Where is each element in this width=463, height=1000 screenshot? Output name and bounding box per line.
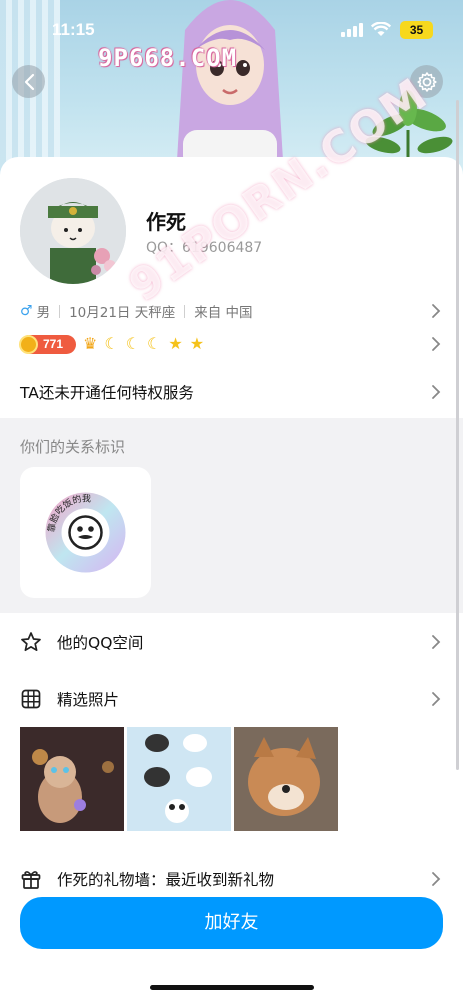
moon-icon: ☾ — [125, 334, 141, 353]
chevron-right-icon — [432, 337, 441, 351]
relation-badge-card[interactable]: 靠脸吃饭的我 — [20, 467, 151, 598]
photo-thumbnail[interactable] — [20, 727, 124, 831]
divider — [59, 304, 61, 318]
chevron-left-icon — [24, 73, 34, 90]
back-button[interactable] — [12, 65, 45, 98]
star-icon: ★ — [168, 334, 183, 353]
qzone-label: 他的QQ空间 — [57, 634, 144, 652]
avatar[interactable] — [20, 178, 126, 284]
star-icon: ★ — [189, 334, 205, 353]
coin-icon — [19, 334, 38, 354]
battery-indicator: 35 — [400, 21, 433, 39]
relation-title: 你们的关系标识 — [20, 438, 126, 456]
gift-wall-row[interactable]: 作死的礼物墙：最近收到新礼物 — [20, 864, 443, 894]
signal-icon — [341, 23, 363, 37]
male-icon: ♂ — [20, 303, 33, 319]
relation-medal-icon: 靠脸吃饭的我 — [45, 492, 126, 573]
divider — [184, 304, 186, 318]
status-time: 11:15 — [52, 20, 95, 39]
photos-row[interactable]: 精选照片 — [20, 684, 443, 714]
qzone-row[interactable]: 他的QQ空间 — [20, 627, 443, 657]
privilege-text: TA还未开通任何特权服务 — [20, 384, 194, 402]
profile-info-row[interactable]: ♂ 男 10月21日 天秤座 来自 中国 — [20, 300, 443, 322]
photo-strip — [20, 727, 338, 831]
chevron-right-icon — [432, 304, 441, 318]
moon-icon: ☾ — [147, 334, 162, 353]
gift-wall-label: 作死的礼物墙：最近收到新礼物 — [57, 871, 275, 889]
add-friend-button[interactable]: 加好友 — [20, 897, 443, 949]
chevron-right-icon — [432, 692, 441, 706]
moon-icon: ☾ — [104, 334, 119, 353]
gift-icon — [21, 871, 41, 889]
watermark-text: 9P668.COM — [98, 44, 238, 72]
photo-thumbnail[interactable] — [127, 727, 231, 831]
photos-label: 精选照片 — [57, 691, 120, 709]
location-text: 来自 中国 — [194, 305, 253, 321]
gender-text: 男 — [36, 305, 51, 321]
scrollbar[interactable] — [456, 100, 459, 770]
chevron-right-icon — [432, 385, 441, 399]
chevron-right-icon — [432, 635, 441, 649]
grid-icon — [21, 689, 41, 709]
level-badge: 771 — [19, 334, 76, 354]
chevron-right-icon — [432, 872, 441, 886]
avatar-image — [20, 178, 126, 284]
star-outline-icon — [21, 632, 41, 652]
level-row[interactable]: 771 ♛ ☾ ☾ ☾ ★ ★ — [19, 333, 443, 355]
crown-icon: ♛ — [83, 334, 98, 353]
level-number: 771 — [43, 337, 64, 351]
home-indicator[interactable] — [150, 985, 314, 990]
wifi-icon — [371, 22, 391, 36]
privilege-row[interactable]: TA还未开通任何特权服务 — [20, 381, 443, 403]
photo-thumbnail[interactable] — [234, 727, 338, 831]
